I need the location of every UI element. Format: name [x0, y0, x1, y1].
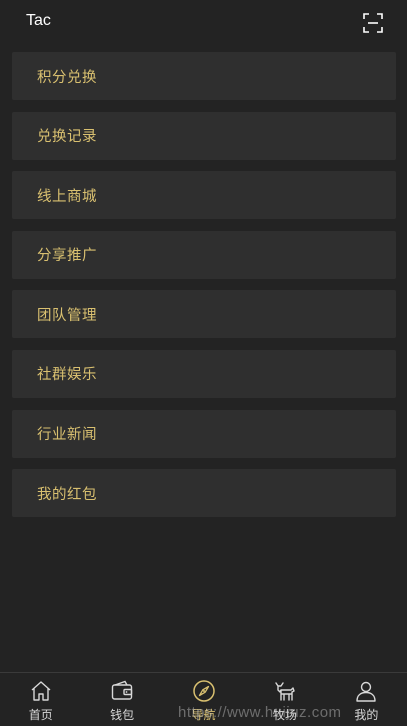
menu-item-points-exchange[interactable]: 积分兑换 [12, 52, 396, 100]
scan-icon[interactable] [363, 13, 383, 33]
menu-item-label: 社群娱乐 [37, 367, 97, 384]
wallet-icon [111, 680, 133, 700]
app-header: Tac [0, 0, 407, 44]
tab-label: 导航 [191, 708, 216, 722]
menu-item-community-entertainment[interactable]: 社群娱乐 [12, 349, 396, 398]
page-title: Tac [26, 12, 51, 29]
tab-label: 我的 [354, 708, 379, 722]
menu-item-label: 线上商城 [37, 188, 97, 205]
compass-icon [192, 680, 215, 702]
bottom-tab-bar: 首页 钱包 导航 牧场 我的 [0, 672, 407, 726]
user-icon [356, 681, 377, 702]
tab-navigation[interactable]: 导航 [163, 673, 244, 726]
tab-home[interactable]: 首页 [0, 673, 81, 726]
home-icon [31, 681, 51, 701]
menu-item-exchange-records[interactable]: 兑换记录 [12, 111, 396, 160]
menu-item-share-promotion[interactable]: 分享推广 [12, 230, 396, 279]
tab-mine[interactable]: 我的 [326, 673, 407, 726]
menu-item-label: 分享推广 [37, 248, 97, 265]
menu-list: 积分兑换 兑换记录 线上商城 分享推广 团队管理 社群娱乐 行业新闻 我的红包 [12, 52, 396, 529]
menu-item-team-management[interactable]: 团队管理 [12, 290, 396, 339]
menu-item-label: 我的红包 [37, 486, 97, 503]
menu-item-industry-news[interactable]: 行业新闻 [12, 409, 396, 458]
tab-label: 牧场 [272, 708, 297, 722]
tab-label: 钱包 [110, 708, 135, 722]
menu-item-label: 行业新闻 [37, 427, 97, 444]
menu-item-label: 兑换记录 [37, 129, 97, 146]
goat-icon [275, 682, 295, 701]
tab-ranch[interactable]: 牧场 [244, 673, 325, 726]
tab-label: 首页 [28, 708, 53, 722]
menu-item-my-red-packet[interactable]: 我的红包 [12, 469, 396, 518]
menu-item-label: 团队管理 [37, 307, 97, 324]
menu-item-label: 积分兑换 [37, 69, 97, 86]
menu-item-online-mall[interactable]: 线上商城 [12, 171, 396, 220]
tab-wallet[interactable]: 钱包 [81, 673, 162, 726]
